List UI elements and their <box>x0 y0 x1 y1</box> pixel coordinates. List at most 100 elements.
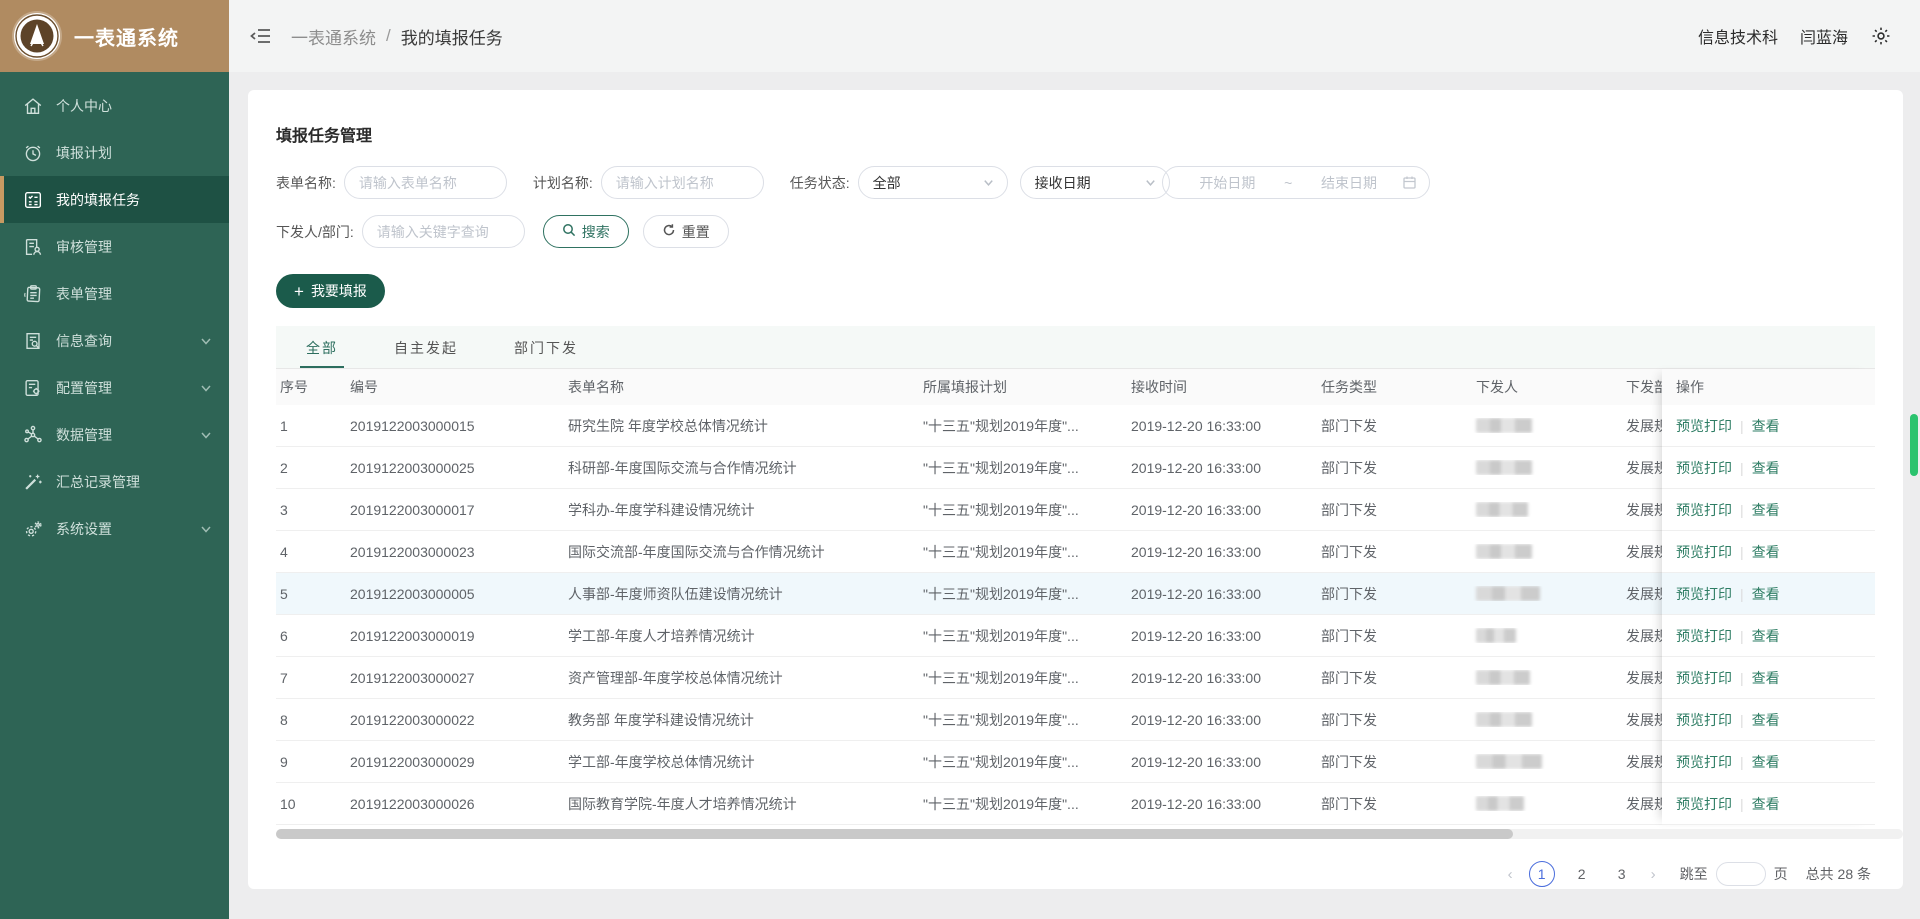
horizontal-scrollbar[interactable] <box>276 829 1903 839</box>
calendar-icon <box>1402 175 1417 190</box>
end-date-placeholder[interactable]: 结束日期 <box>1296 173 1401 193</box>
filter-row-2: 下发人/部门: 搜索 重置 <box>276 215 1875 248</box>
tab-部门下发[interactable]: 部门下发 <box>512 326 580 368</box>
horizontal-scrollbar-thumb[interactable] <box>276 829 1513 839</box>
table-row[interactable]: 32019122003000017学科办-年度学科建设情况统计"十三五"规划20… <box>276 489 1690 531</box>
sidebar-item-我的填报任务[interactable]: 我的填报任务 <box>0 176 229 223</box>
preview-print-link[interactable]: 预览打印 <box>1676 710 1732 730</box>
preview-print-link[interactable]: 预览打印 <box>1676 542 1732 562</box>
sidebar-item-个人中心[interactable]: 个人中心 <box>0 82 229 129</box>
prev-page-button[interactable]: ‹ <box>1506 866 1515 883</box>
page-number-3[interactable]: 3 <box>1609 861 1635 887</box>
preview-print-link[interactable]: 预览打印 <box>1676 584 1732 604</box>
action-divider: | <box>1740 460 1744 476</box>
date-range-picker[interactable]: 开始日期 ~ 结束日期 <box>1162 166 1430 199</box>
sidebar-item-数据管理[interactable]: 数据管理 <box>0 411 229 458</box>
reset-button[interactable]: 重置 <box>643 215 729 248</box>
table-row[interactable]: 82019122003000022教务部 年度学科建设情况统计"十三五"规划20… <box>276 699 1690 741</box>
view-link[interactable]: 查看 <box>1752 500 1780 520</box>
start-date-placeholder[interactable]: 开始日期 <box>1175 173 1280 193</box>
cell-issuer-redacted <box>1472 460 1622 475</box>
view-link[interactable]: 查看 <box>1752 752 1780 772</box>
table-row[interactable]: 62019122003000019学工部-年度人才培养情况统计"十三五"规划20… <box>276 615 1690 657</box>
preview-print-link[interactable]: 预览打印 <box>1676 752 1732 772</box>
cell-form: 学科办-年度学科建设情况统计 <box>564 500 919 520</box>
sidebar-item-审核管理[interactable]: 审核管理 <box>0 223 229 270</box>
table-row[interactable]: 42019122003000023国际交流部-年度国际交流与合作情况统计"十三五… <box>276 531 1690 573</box>
cell-seq: 2 <box>276 460 346 476</box>
cell-time: 2019-12-20 16:33:00 <box>1127 712 1317 728</box>
sidebar-item-label: 审核管理 <box>56 237 213 257</box>
redacted-name-blur <box>1476 712 1532 727</box>
cell-type: 部门下发 <box>1317 668 1472 688</box>
reset-button-label: 重置 <box>682 222 710 242</box>
redacted-name-blur <box>1476 670 1530 685</box>
cell-time: 2019-12-20 16:33:00 <box>1127 628 1317 644</box>
fill-report-label: 我要填报 <box>311 281 367 301</box>
info-search-icon <box>22 330 44 352</box>
action-row: 预览打印|查看 <box>1662 405 1875 447</box>
table-row[interactable]: 102019122003000026国际教育学院-年度人才培养情况统计"十三五"… <box>276 783 1690 825</box>
form-name-input[interactable] <box>359 175 492 191</box>
date-type-select[interactable]: 接收日期 <box>1020 166 1170 199</box>
cell-issuer-redacted <box>1472 418 1622 433</box>
plan-name-input[interactable] <box>616 175 749 191</box>
cell-plan: "十三五"规划2019年度"... <box>919 668 1127 688</box>
action-divider: | <box>1740 502 1744 518</box>
view-link[interactable]: 查看 <box>1752 668 1780 688</box>
page-number-2[interactable]: 2 <box>1569 861 1595 887</box>
cell-plan: "十三五"规划2019年度"... <box>919 458 1127 478</box>
view-link[interactable]: 查看 <box>1752 710 1780 730</box>
search-button[interactable]: 搜索 <box>543 215 629 248</box>
breadcrumb-root[interactable]: 一表通系统 <box>291 24 376 49</box>
tab-全部[interactable]: 全部 <box>304 326 340 368</box>
home-icon <box>22 95 44 117</box>
view-link[interactable]: 查看 <box>1752 416 1780 436</box>
cell-plan: "十三五"规划2019年度"... <box>919 626 1127 646</box>
cell-form: 资产管理部-年度学校总体情况统计 <box>564 668 919 688</box>
cell-time: 2019-12-20 16:33:00 <box>1127 586 1317 602</box>
preview-print-link[interactable]: 预览打印 <box>1676 626 1732 646</box>
preview-print-link[interactable]: 预览打印 <box>1676 794 1732 814</box>
sidebar-item-label: 汇总记录管理 <box>56 472 213 492</box>
view-link[interactable]: 查看 <box>1752 584 1780 604</box>
redacted-name-blur <box>1476 544 1532 559</box>
vertical-scrollbar-thumb[interactable] <box>1910 414 1918 476</box>
issuer-input[interactable] <box>377 224 510 240</box>
preview-print-link[interactable]: 预览打印 <box>1676 668 1732 688</box>
view-link[interactable]: 查看 <box>1752 458 1780 478</box>
search-icon <box>562 223 576 240</box>
sidebar-item-配置管理[interactable]: 配置管理 <box>0 364 229 411</box>
jump-page-input[interactable] <box>1716 862 1766 886</box>
logo-area: 一表通系统 <box>0 0 229 72</box>
sidebar-item-填报计划[interactable]: 填报计划 <box>0 129 229 176</box>
sidebar-item-汇总记录管理[interactable]: 汇总记录管理 <box>0 458 229 505</box>
table-row[interactable]: 52019122003000005人事部-年度师资队伍建设情况统计"十三五"规划… <box>276 573 1690 615</box>
table-row[interactable]: 72019122003000027资产管理部-年度学校总体情况统计"十三五"规划… <box>276 657 1690 699</box>
table-row[interactable]: 22019122003000025科研部-年度国际交流与合作情况统计"十三五"规… <box>276 447 1690 489</box>
preview-print-link[interactable]: 预览打印 <box>1676 500 1732 520</box>
table-row[interactable]: 12019122003000015研究生院 年度学校总体情况统计"十三五"规划2… <box>276 405 1690 447</box>
sidebar-item-表单管理[interactable]: 表单管理 <box>0 270 229 317</box>
cell-plan: "十三五"规划2019年度"... <box>919 584 1127 604</box>
next-page-button[interactable]: › <box>1649 866 1658 883</box>
view-link[interactable]: 查看 <box>1752 794 1780 814</box>
view-link[interactable]: 查看 <box>1752 542 1780 562</box>
vertical-scrollbar[interactable] <box>1910 0 1918 919</box>
task-status-select[interactable]: 全部 <box>858 166 1008 199</box>
table-scroll-area[interactable]: 序号编号表单名称所属填报计划接收时间任务类型下发人下发部门 1201912200… <box>276 369 1690 825</box>
sidebar-item-系统设置[interactable]: 系统设置 <box>0 505 229 552</box>
sidebar-item-信息查询[interactable]: 信息查询 <box>0 317 229 364</box>
cell-code: 2019122003000029 <box>346 754 564 770</box>
view-link[interactable]: 查看 <box>1752 626 1780 646</box>
page-number-1[interactable]: 1 <box>1529 861 1555 887</box>
table-row[interactable]: 92019122003000029学工部-年度学校总体情况统计"十三五"规划20… <box>276 741 1690 783</box>
sidebar-collapse-icon[interactable] <box>249 24 273 48</box>
action-divider: | <box>1740 754 1744 770</box>
preview-print-link[interactable]: 预览打印 <box>1676 458 1732 478</box>
user-name[interactable]: 闫蓝海 <box>1800 24 1848 48</box>
preview-print-link[interactable]: 预览打印 <box>1676 416 1732 436</box>
fill-report-button[interactable]: + 我要填报 <box>276 274 385 308</box>
settings-gear-icon[interactable] <box>1870 25 1892 47</box>
tab-自主发起[interactable]: 自主发起 <box>392 326 460 368</box>
